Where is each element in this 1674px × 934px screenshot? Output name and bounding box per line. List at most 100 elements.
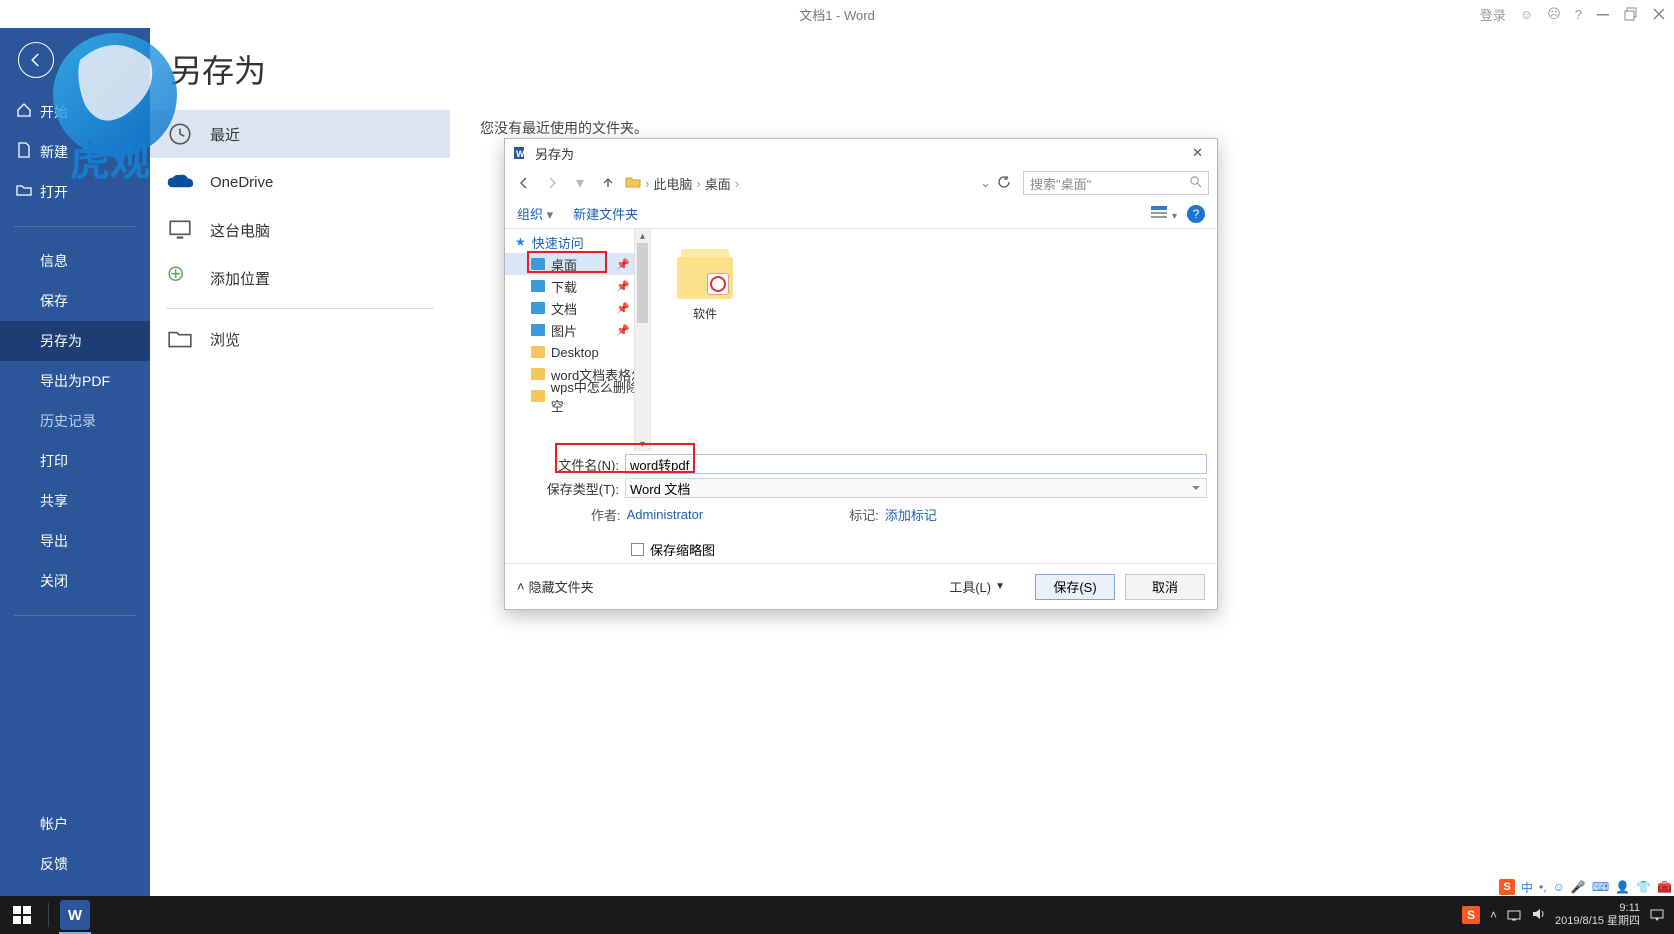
backstage-header: 另存为 (150, 28, 1674, 110)
nav-forward-button[interactable] (541, 172, 563, 194)
nav-back-button[interactable] (513, 172, 535, 194)
organize-button[interactable]: 组织 ▾ (517, 204, 553, 223)
thispc-icon (166, 216, 194, 244)
ime-punct-icon[interactable]: •, (1539, 880, 1547, 894)
nav-account[interactable]: 帐户 (0, 804, 150, 844)
nav-up-button[interactable] (597, 172, 619, 194)
tray-chevron-up-icon[interactable]: ˄ (1490, 908, 1497, 922)
newfolder-button[interactable]: 新建文件夹 (573, 204, 638, 223)
tray-clock[interactable]: 9:11 2019/8/15 星期四 (1555, 902, 1640, 928)
loc-addplace[interactable]: 添加位置 (150, 254, 450, 302)
loc-browse[interactable]: 浏览 (150, 315, 450, 363)
ime-mic-icon[interactable]: 🎤 (1571, 880, 1586, 894)
pin-icon: 📌 (616, 324, 630, 337)
scroll-up-icon[interactable]: ▴ (635, 229, 650, 243)
tray-volume-icon[interactable] (1531, 907, 1545, 924)
refresh-icon[interactable] (997, 175, 1011, 192)
files-pane[interactable]: 软件 (651, 229, 1217, 451)
author-value[interactable]: Administrator (627, 507, 704, 522)
save-button[interactable]: 保存(S) (1035, 574, 1115, 600)
view-mode-button[interactable]: ▾ (1150, 205, 1177, 222)
sogou-ime-icon[interactable]: S (1499, 879, 1515, 895)
tree-pictures[interactable]: 图片📌 (505, 319, 650, 341)
nav-print[interactable]: 打印 (0, 441, 150, 481)
loc-recent-label: 最近 (210, 124, 240, 145)
nav-export[interactable]: 导出 (0, 521, 150, 561)
dialog-fields: 文件名(N): 保存类型(T): Word 文档 作者: Administrat… (505, 451, 1217, 563)
login-link[interactable]: 登录 (1480, 5, 1506, 24)
nav-exportpdf[interactable]: 导出为PDF (0, 361, 150, 401)
nav-share-label: 共享 (40, 493, 68, 509)
nav-save[interactable]: 保存 (0, 281, 150, 321)
tray-network-icon[interactable] (1507, 907, 1521, 924)
ime-toolbox-icon[interactable]: 🧰 (1657, 880, 1672, 894)
loc-thispc[interactable]: 这台电脑 (150, 206, 450, 254)
restore-button[interactable] (1624, 7, 1638, 21)
ime-toolbar[interactable]: S 中 •, ☺ 🎤 ⌨ 👤 👕 🧰 (1499, 878, 1672, 896)
ime-lang-label[interactable]: 中 (1521, 879, 1533, 896)
tray-date: 2019/8/15 星期四 (1555, 915, 1640, 928)
nav-recent-dropdown[interactable]: ▾ (569, 172, 591, 194)
dialog-titlebar[interactable]: W 另存为 ✕ (505, 139, 1217, 167)
thumbnail-checkbox[interactable] (631, 543, 644, 556)
tree-scrollbar[interactable]: ▴ ▾ (634, 229, 650, 451)
help-icon[interactable]: ? (1575, 7, 1582, 22)
loc-onedrive-label: OneDrive (210, 174, 273, 191)
dialog-close-button[interactable]: ✕ (1186, 145, 1209, 161)
face-sad-icon[interactable]: ☹ (1547, 6, 1561, 22)
pin-icon: 📌 (616, 302, 630, 315)
tools-dropdown[interactable]: 工具(L) ▼ (949, 577, 1005, 596)
loc-recent[interactable]: 最近 (150, 110, 450, 158)
loc-onedrive[interactable]: OneDrive (150, 158, 450, 206)
filetype-select[interactable]: Word 文档 (625, 478, 1207, 498)
folder-icon (531, 368, 545, 380)
word-app-icon: W (60, 900, 90, 930)
tree-desktop[interactable]: 桌面📌 (505, 253, 650, 275)
help-button[interactable]: ? (1187, 205, 1205, 223)
nav-home[interactable]: 开始 (0, 92, 150, 132)
tree-documents[interactable]: 文档📌 (505, 297, 650, 319)
face-smile-icon[interactable]: ☺ (1520, 7, 1533, 22)
hide-folders-toggle[interactable]: ˄隐藏文件夹 (517, 577, 594, 596)
tree-downloads[interactable]: 下载📌 (505, 275, 650, 297)
tray-action-center-icon[interactable] (1650, 908, 1664, 922)
tags-value[interactable]: 添加标记 (885, 505, 937, 524)
search-input[interactable]: 搜索"桌面" (1023, 171, 1209, 195)
cancel-button[interactable]: 取消 (1125, 574, 1205, 600)
ime-emoji-icon[interactable]: ☺ (1553, 880, 1565, 894)
file-item-software[interactable]: 软件 (665, 243, 745, 322)
ime-shirt-icon[interactable]: 👕 (1636, 880, 1651, 894)
nav-info[interactable]: 信息 (0, 241, 150, 281)
tree-desktop-en[interactable]: Desktop (505, 341, 650, 363)
close-button[interactable] (1652, 7, 1666, 21)
nav-feedback[interactable]: 反馈 (0, 844, 150, 884)
loc-thispc-label: 这台电脑 (210, 220, 270, 241)
nav-open[interactable]: 打开 (0, 172, 150, 212)
nav-close[interactable]: 关闭 (0, 561, 150, 601)
scroll-thumb[interactable] (637, 243, 648, 323)
start-button[interactable] (0, 896, 44, 934)
nav-share[interactable]: 共享 (0, 481, 150, 521)
crumb-root[interactable]: 此电脑 (653, 174, 692, 193)
nav-new[interactable]: 新建 (0, 132, 150, 172)
crumb-current[interactable]: 桌面 (705, 174, 731, 193)
tray-sogou-icon[interactable]: S (1462, 906, 1480, 924)
back-button[interactable] (18, 42, 54, 78)
thumbnail-label: 保存缩略图 (650, 540, 715, 559)
minimize-button[interactable] (1596, 7, 1610, 21)
dialog-toolbar: 组织 ▾ 新建文件夹 ▾ ? (505, 199, 1217, 229)
scroll-down-icon[interactable]: ▾ (635, 437, 650, 451)
filename-input[interactable] (625, 454, 1207, 474)
ime-keyboard-icon[interactable]: ⌨ (1592, 880, 1609, 894)
filetype-label: 保存类型(T): (515, 479, 625, 498)
nav-history[interactable]: 历史记录 (0, 401, 150, 441)
breadcrumb[interactable]: › 此电脑 › 桌面 › ⌄ (625, 174, 1017, 193)
backstage-nav: 开始 新建 打开 信息 保存 另存为 导出为PDF 历史记录 打印 共享 导出 … (0, 28, 150, 934)
tree-folder-b[interactable]: wps中怎么删除空 (505, 385, 650, 407)
tree-quickaccess[interactable]: ★快速访问 (505, 231, 650, 253)
crumb-dropdown-icon[interactable]: ⌄ (980, 175, 991, 191)
taskbar-word[interactable]: W (53, 896, 97, 934)
nav-saveas[interactable]: 另存为 (0, 321, 150, 361)
ime-person-icon[interactable]: 👤 (1615, 880, 1630, 894)
nav-print-label: 打印 (40, 453, 68, 469)
